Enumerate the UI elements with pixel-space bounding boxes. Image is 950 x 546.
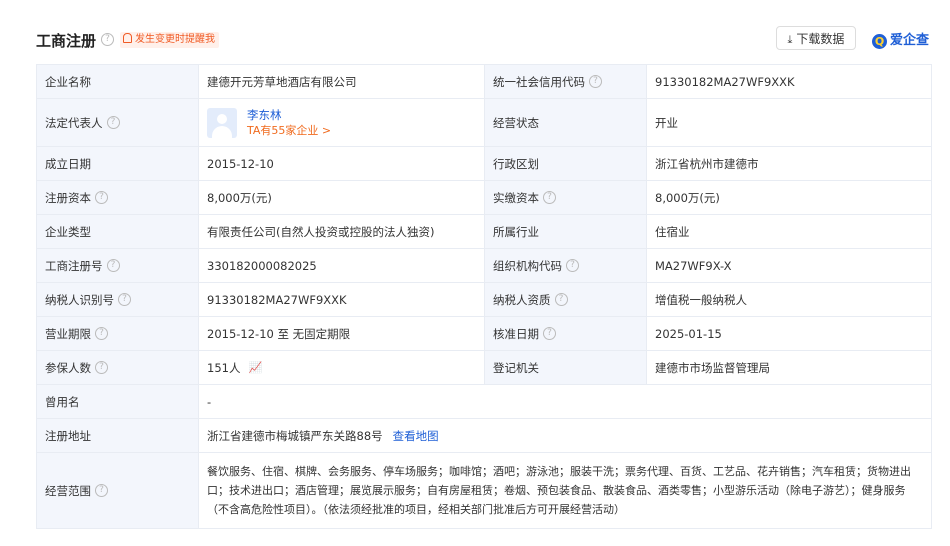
- table-row: 曾用名 -: [37, 385, 932, 419]
- label-company-type: 企业类型: [37, 215, 199, 249]
- value-region: 浙江省杭州市建德市: [647, 147, 932, 181]
- help-icon[interactable]: ?: [95, 327, 108, 340]
- table-row: 注册资本? 8,000万(元) 实缴资本? 8,000万(元): [37, 181, 932, 215]
- line-chart-icon[interactable]: 📈: [248, 361, 262, 374]
- help-icon[interactable]: ?: [101, 33, 115, 46]
- value-reg-capital: 8,000万(元): [199, 181, 485, 215]
- label-reg-no: 工商注册号?: [37, 249, 199, 283]
- download-data-button[interactable]: ⤓ 下载数据: [776, 26, 856, 50]
- value-biz-term: 2015-12-10 至 无固定期限: [199, 317, 485, 351]
- help-icon[interactable]: ?: [566, 259, 579, 272]
- table-row: 法定代表人? 李东林 TA有55家企业 > 经营状态 开业: [37, 99, 932, 147]
- label-address: 注册地址: [37, 419, 199, 453]
- value-former-name: -: [199, 385, 932, 419]
- help-icon[interactable]: ?: [589, 75, 602, 88]
- value-scope: 餐饮服务、住宿、棋牌、会务服务、停车场服务；咖啡馆；酒吧；游泳池；服装干洗；票务…: [199, 453, 932, 529]
- value-address: 浙江省建德市梅城镇严东关路88号 查看地图: [199, 419, 932, 453]
- value-reg-no: 330182000082025: [199, 249, 485, 283]
- label-paid-capital: 实缴资本?: [485, 181, 647, 215]
- help-icon[interactable]: ?: [543, 327, 556, 340]
- label-taxpayer-id: 纳税人识别号?: [37, 283, 199, 317]
- value-status: 开业: [647, 99, 932, 147]
- label-credit-code: 统一社会信用代码?: [485, 65, 647, 99]
- help-icon[interactable]: ?: [95, 361, 108, 374]
- table-row: 参保人数? 151人 📈 登记机关 建德市市场监督管理局: [37, 351, 932, 385]
- download-label: 下载数据: [796, 32, 845, 46]
- label-region: 行政区划: [485, 147, 647, 181]
- table-row: 成立日期 2015-12-10 行政区划 浙江省杭州市建德市: [37, 147, 932, 181]
- label-legal-rep: 法定代表人?: [37, 99, 199, 147]
- aiqicha-logo[interactable]: Q 爱企查: [872, 29, 929, 49]
- value-found-date: 2015-12-10: [199, 147, 485, 181]
- label-authority: 登记机关: [485, 351, 647, 385]
- value-approval-date: 2025-01-15: [647, 317, 932, 351]
- table-row: 注册地址 浙江省建德市梅城镇严东关路88号 查看地图: [37, 419, 932, 453]
- view-map-link[interactable]: 查看地图: [393, 428, 439, 444]
- value-taxpayer-id: 91330182MA27WF9XXK: [199, 283, 485, 317]
- help-icon[interactable]: ?: [95, 191, 108, 204]
- label-biz-term: 营业期限?: [37, 317, 199, 351]
- label-company-name: 企业名称: [37, 65, 199, 99]
- section-title-text: 工商注册: [36, 32, 97, 50]
- bell-icon: [123, 33, 132, 43]
- table-row: 经营范围? 餐饮服务、住宿、棋牌、会务服务、停车场服务；咖啡馆；酒吧；游泳池；服…: [37, 453, 932, 529]
- logo-text: 爱企查: [890, 33, 930, 48]
- label-approval-date: 核准日期?: [485, 317, 647, 351]
- label-found-date: 成立日期: [37, 147, 199, 181]
- download-icon: ⤓: [787, 33, 793, 46]
- value-legal-rep: 李东林 TA有55家企业 >: [199, 99, 485, 147]
- label-former-name: 曾用名: [37, 385, 199, 419]
- table-row: 纳税人识别号? 91330182MA27WF9XXK 纳税人资质? 增值税一般纳…: [37, 283, 932, 317]
- label-insured: 参保人数?: [37, 351, 199, 385]
- help-icon[interactable]: ?: [118, 293, 131, 306]
- value-taxpayer-qual: 增值税一般纳税人: [647, 283, 932, 317]
- table-row: 工商注册号? 330182000082025 组织机构代码? MA27WF9X-…: [37, 249, 932, 283]
- label-taxpayer-qual: 纳税人资质?: [485, 283, 647, 317]
- logo-icon: Q: [872, 34, 887, 49]
- legal-rep-name-link[interactable]: 李东林: [247, 107, 331, 123]
- value-paid-capital: 8,000万(元): [647, 181, 932, 215]
- business-registration-table: 企业名称 建德开元芳草地酒店有限公司 统一社会信用代码? 91330182MA2…: [36, 64, 932, 529]
- table-row: 企业名称 建德开元芳草地酒店有限公司 统一社会信用代码? 91330182MA2…: [37, 65, 932, 99]
- label-reg-capital: 注册资本?: [37, 181, 199, 215]
- section-title: 工商注册?: [36, 30, 115, 51]
- table-row: 营业期限? 2015-12-10 至 无固定期限 核准日期? 2025-01-1…: [37, 317, 932, 351]
- value-authority: 建德市市场监督管理局: [647, 351, 932, 385]
- help-icon[interactable]: ?: [95, 484, 108, 497]
- avatar[interactable]: [207, 107, 237, 138]
- legal-rep-companies-link[interactable]: TA有55家企业 >: [247, 123, 331, 139]
- label-org-code: 组织机构代码?: [485, 249, 647, 283]
- table-row: 企业类型 有限责任公司(自然人投资或控股的法人独资) 所属行业 住宿业: [37, 215, 932, 249]
- value-credit-code: 91330182MA27WF9XXK: [647, 65, 932, 99]
- label-scope: 经营范围?: [37, 453, 199, 529]
- value-org-code: MA27WF9X-X: [647, 249, 932, 283]
- notify-label: 发生变更时提醒我: [135, 34, 215, 45]
- value-company-type: 有限责任公司(自然人投资或控股的法人独资): [199, 215, 485, 249]
- label-status: 经营状态: [485, 99, 647, 147]
- value-industry: 住宿业: [647, 215, 932, 249]
- change-notify-button[interactable]: 发生变更时提醒我: [120, 32, 219, 48]
- help-icon[interactable]: ?: [106, 116, 120, 129]
- help-icon[interactable]: ?: [554, 293, 568, 306]
- value-company-name: 建德开元芳草地酒店有限公司: [199, 65, 485, 99]
- label-industry: 所属行业: [485, 215, 647, 249]
- value-insured: 151人 📈: [199, 351, 485, 385]
- section-header: 工商注册? 发生变更时提醒我 ⤓ 下载数据 Q 爱企查: [36, 26, 950, 54]
- help-icon[interactable]: ?: [543, 191, 556, 204]
- help-icon[interactable]: ?: [106, 259, 120, 272]
